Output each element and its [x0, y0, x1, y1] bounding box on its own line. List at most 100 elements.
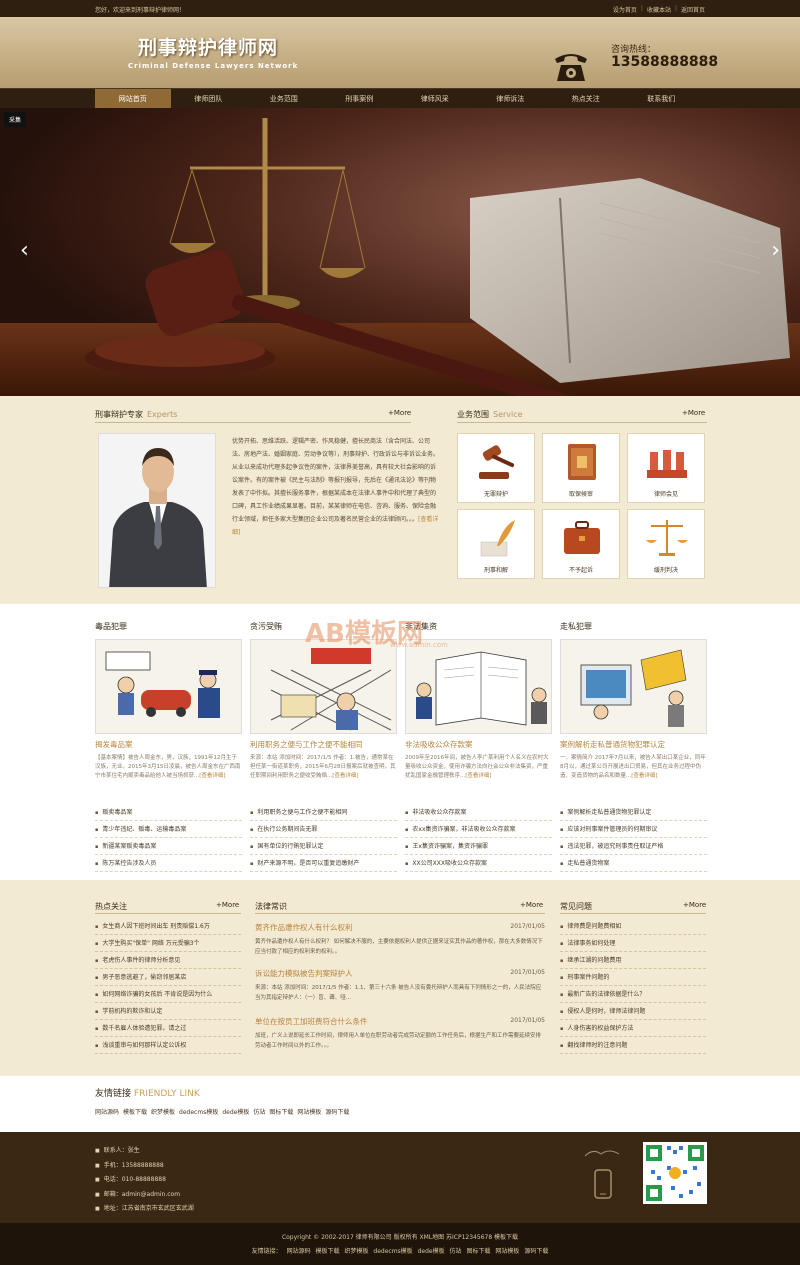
list-item[interactable]: 青少年违纪、贩毒、运输毒品案	[95, 821, 242, 838]
case-detail-link[interactable]: [查看详细]	[631, 773, 657, 779]
case-headline[interactable]: 利用职务之便与工作之便不能相同	[250, 739, 363, 750]
law-more-link[interactable]: +More	[520, 901, 543, 909]
service-item-settlement[interactable]: 刑事和解	[457, 509, 535, 579]
footer-link[interactable]: dedecms模板	[373, 1248, 412, 1255]
faq-more-link[interactable]: +More	[683, 901, 706, 909]
list-item[interactable]: XX公司XXX吸收公众存款案	[405, 855, 552, 872]
faq-title: 常见问题	[560, 902, 592, 911]
list-item[interactable]: 农xx集资诈骗案，非法吸收公众存款案	[405, 821, 552, 838]
footer-link[interactable]: 仿站	[450, 1248, 462, 1255]
case-detail-link[interactable]: [查看详细]	[199, 773, 225, 779]
law-entry-title[interactable]: 黄齐作品遭作权人有什么权利	[255, 922, 353, 933]
friend-link[interactable]: 图标下载	[269, 1107, 293, 1116]
list-item[interactable]: 如何网络诈骗的女孩后 不肯说是因为什么	[95, 986, 241, 1003]
list-item[interactable]: 数千名雇人体验遭犯罪，请之过	[95, 1020, 241, 1037]
friend-link[interactable]: dedecms模板	[179, 1107, 218, 1116]
list-item[interactable]: 浅谈重审与如何那样认定公诉权	[95, 1037, 241, 1054]
friend-link[interactable]: 织梦模板	[151, 1107, 175, 1116]
footer-link[interactable]: 网站源码	[287, 1248, 311, 1255]
nav-services[interactable]: 业务范围	[246, 89, 322, 109]
list-item[interactable]: 陈万某控告涉及人员	[95, 855, 242, 872]
footer-links-label: 友情链接：	[251, 1248, 282, 1255]
case-headline[interactable]: 案例解析走私普通货物犯罪认定	[560, 739, 665, 750]
list-item[interactable]: 案例解析走私普通货物犯罪认定	[560, 804, 707, 821]
list-item[interactable]: 侵权人是何时，律师法律问题	[560, 1003, 706, 1020]
list-item[interactable]: 刑事案件问题的	[560, 969, 706, 986]
friend-link[interactable]: 源码下载	[325, 1107, 349, 1116]
footer-link[interactable]: 源码下载	[524, 1248, 548, 1255]
banner-tag[interactable]: 采集	[4, 112, 27, 127]
list-item[interactable]: 国有单位的行贿犯罪认定	[250, 838, 397, 855]
list-item[interactable]: 财产来源不明，是否可以重复追缴财产	[250, 855, 397, 872]
list-item[interactable]: 应该对刑事案件管理员的何期审议	[560, 821, 707, 838]
list-item[interactable]: 违法犯罪，被追究刑事责任取证严格	[560, 838, 707, 855]
site-logo[interactable]: 刑事辩护律师网	[138, 33, 278, 60]
service-item-no-prosecution[interactable]: 不予起诉	[542, 509, 620, 579]
banner-prev-arrow[interactable]: ‹	[20, 238, 29, 263]
list-item[interactable]: 法律事务如何处理	[560, 935, 706, 952]
bookmark-link[interactable]: 收藏本站	[647, 5, 671, 14]
nav-litigation[interactable]: 律师诉法	[473, 89, 549, 109]
list-item[interactable]: 继承江湖的问题费用	[560, 952, 706, 969]
list-item[interactable]: 大学生购买"保单" 网络 万元受骗3个	[95, 935, 241, 952]
case-detail-link[interactable]: [查看详细]	[465, 773, 491, 779]
list-item[interactable]: 在执行公务期间告无罪	[250, 821, 397, 838]
nav-cases[interactable]: 刑事案例	[322, 89, 398, 109]
court-icon	[647, 450, 687, 478]
footer-link[interactable]: 网站模板	[495, 1248, 519, 1255]
nav-contact[interactable]: 联系我们	[624, 89, 700, 109]
case-cartoon-image[interactable]	[95, 639, 242, 734]
service-item-probation[interactable]: 缓刑判决	[627, 509, 705, 579]
case-detail-link[interactable]: [查看详细]	[332, 773, 358, 779]
set-homepage-link[interactable]: 设为首页	[613, 5, 637, 14]
list-item[interactable]: 老虎伤人事件的律师分析意见	[95, 952, 241, 969]
list-item[interactable]: 走私普通货物案	[560, 855, 707, 872]
qr-code-icon[interactable]	[643, 1142, 707, 1204]
friend-link[interactable]: 模板下载	[123, 1107, 147, 1116]
service-item-bail[interactable]: 取保候审	[542, 433, 620, 503]
case-cartoon-image[interactable]	[250, 639, 397, 734]
back-home-link[interactable]: 返回首页	[681, 5, 705, 14]
law-entry-title[interactable]: 诉讼能力模拟被告判案辩护人	[255, 968, 353, 979]
footer-link[interactable]: 模板下载	[316, 1248, 340, 1255]
footer-link[interactable]: dede模板	[418, 1248, 445, 1255]
list-item[interactable]: 王x集资诈骗案，集资诈骗罪	[405, 838, 552, 855]
list-item[interactable]: 女生商人因下班时间出车 刑责赔偿1.6万	[95, 918, 241, 935]
list-item[interactable]: 翻找律师时的注意问题	[560, 1037, 706, 1054]
service-item-meeting[interactable]: 律师会见	[627, 433, 705, 503]
friend-link[interactable]: 仿站	[253, 1107, 265, 1116]
footer-contact: 联系人：张生	[95, 1144, 194, 1159]
case-list: 贩卖毒品案 青少年违纪、贩毒、运输毒品案 新疆某案贩卖毒品案 陈万某控告涉及人员	[95, 804, 242, 872]
friend-link[interactable]: dede模板	[222, 1107, 249, 1116]
list-item[interactable]: 律师费是问题费相如	[560, 918, 706, 935]
hot-more-link[interactable]: +More	[216, 901, 239, 909]
case-cartoon-image[interactable]	[405, 639, 552, 734]
list-item[interactable]: 学前机构的欺诈和认定	[95, 1003, 241, 1020]
footer-link[interactable]: 图标下载	[466, 1248, 490, 1255]
nav-team[interactable]: 律师团队	[171, 89, 247, 109]
case-cartoon-image[interactable]	[560, 639, 707, 734]
list-item[interactable]: 最新广告的法律依据是什么？	[560, 986, 706, 1003]
list-item[interactable]: 贩卖毒品案	[95, 804, 242, 821]
banner-next-arrow[interactable]: ›	[771, 238, 780, 263]
expert-more-link[interactable]: +More	[388, 409, 411, 417]
service-item-innocence[interactable]: 无罪辩护	[457, 433, 535, 503]
friend-link[interactable]: 网站模板	[297, 1107, 321, 1116]
service-more-link[interactable]: +More	[682, 409, 705, 417]
list-item[interactable]: 新疆某案贩卖毒品案	[95, 838, 242, 855]
nav-hot[interactable]: 热点关注	[548, 89, 624, 109]
case-headline[interactable]: 揭发毒品案	[95, 739, 133, 750]
list-item[interactable]: 非法吸收公众存款案	[405, 804, 552, 821]
case-column-smuggling: 走私犯罪 案例解析走私普通货物犯罪认定 一、案情简介 2017年7月以来，被告人…	[560, 621, 707, 872]
list-item[interactable]: 人身伤害的权益保护方法	[560, 1020, 706, 1037]
nav-home[interactable]: 网站首页	[95, 89, 171, 109]
list-item[interactable]: 利用职务之便与工作之便不能相同	[250, 804, 397, 821]
footer-link[interactable]: 织梦模板	[344, 1248, 368, 1255]
friend-link[interactable]: 网站源码	[95, 1107, 119, 1116]
law-entry-text: 黄齐作品遭作权人有什么权利？ 如何解决不服的，主要依据权利人提供正据来证实其作品…	[255, 939, 543, 955]
list-item[interactable]: 男子恶意逃避了，偷窃邻居某店	[95, 969, 241, 986]
case-headline[interactable]: 非法吸收公众存款案	[405, 739, 473, 750]
law-entry-title[interactable]: 单位在按员工加班费符合什么条件	[255, 1016, 368, 1027]
expert-about: 优势开拓、思维活跃、逻辑严密、作风稳健，擅长民商法（含合同法、公司法、房地产法、…	[232, 438, 440, 536]
nav-style[interactable]: 律师风采	[397, 89, 473, 109]
